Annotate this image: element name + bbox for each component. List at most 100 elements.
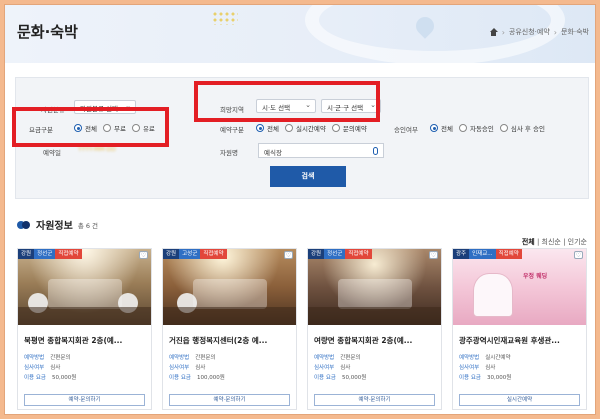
card-title[interactable]: 여량면 종합복지회관 2층(예... xyxy=(314,335,438,346)
sort-latest[interactable]: 최신순 xyxy=(542,238,561,246)
approval-option-label: 전체 xyxy=(441,125,453,133)
meta-value: 50,000원 xyxy=(342,375,367,381)
booking-option-label: 전체 xyxy=(267,125,279,133)
meta-key: 이용 요금 xyxy=(459,375,481,381)
card-meta: 심사여부 심사 xyxy=(24,363,60,371)
meta-value: 심사 xyxy=(340,365,351,371)
heart-icon[interactable]: ♡ xyxy=(139,251,148,259)
heart-icon[interactable]: ♡ xyxy=(429,251,438,259)
card-meta: 이용 요금 30,000원 xyxy=(459,373,511,381)
card-meta: 예약방법 실시간예약 xyxy=(459,353,511,361)
search-button[interactable]: 검색 xyxy=(270,166,346,187)
booking-type-tag: 직접예약 xyxy=(55,249,82,259)
app-frame: 문화·숙박 › 공유신청·예약 › 문화·숙박 자원분류 자원분류 선택 ⌄ 희… xyxy=(4,4,596,415)
meta-key: 예약방법 xyxy=(24,355,45,361)
breadcrumb-item[interactable]: 공유신청·예약 xyxy=(509,27,550,37)
facility-input-value: 예식장 xyxy=(264,149,282,157)
dots-decoration-icon xyxy=(212,11,238,25)
chevron-right-icon: › xyxy=(553,27,557,37)
booking-type-tag: 직접예약 xyxy=(345,249,372,259)
card-tags: 강원 정선군 직접예약 xyxy=(18,249,82,259)
booking-type-tag: 직접예약 xyxy=(200,249,227,259)
heart-icon[interactable]: ♡ xyxy=(284,251,293,259)
realtime-reserve-button[interactable]: 실시간예약 xyxy=(459,394,580,406)
reserve-button[interactable]: 예약·문의하기 xyxy=(24,394,145,406)
date-field[interactable]: YYYY-MM-DD xyxy=(78,146,116,153)
approval-option-all[interactable]: 전체 xyxy=(430,123,453,133)
card-meta: 이용 요금 50,000원 xyxy=(24,373,76,381)
card-image-detail xyxy=(48,279,122,309)
meta-key: 이용 요금 xyxy=(169,375,191,381)
card-meta: 이용 요금 100,000원 xyxy=(169,373,225,381)
meta-value: 30,000원 xyxy=(487,375,512,381)
booking-option-all[interactable]: 전체 xyxy=(256,123,279,133)
meta-key: 심사여부 xyxy=(169,365,190,371)
card-image[interactable] xyxy=(163,249,296,325)
booking-option-realtime[interactable]: 실시간예약 xyxy=(284,123,326,133)
card-image[interactable]: 우정 웨딩 xyxy=(453,249,586,325)
region-tag: 강원 xyxy=(308,249,325,259)
card-meta: 이용 요금 50,000원 xyxy=(314,373,366,381)
breadcrumb-item[interactable]: 문화·숙박 xyxy=(561,27,589,37)
sort-all[interactable]: 전체 xyxy=(522,238,535,246)
meta-key: 이용 요금 xyxy=(314,375,336,381)
card-image-detail xyxy=(473,273,513,317)
meta-key: 예약방법 xyxy=(169,355,190,361)
region-tag: 강원 xyxy=(18,249,35,259)
meta-value: 간편문의 xyxy=(340,355,361,361)
card-title[interactable]: 북평면 종합복지회관 2층(예... xyxy=(24,335,148,346)
card-meta: 심사여부 심사 xyxy=(459,363,495,371)
home-icon[interactable] xyxy=(489,28,498,36)
heart-icon[interactable]: ♡ xyxy=(574,251,583,259)
radio-selected-icon[interactable] xyxy=(430,124,438,132)
card-image[interactable] xyxy=(308,249,441,325)
card-image-detail xyxy=(18,307,151,325)
resource-card[interactable]: 강원 정선군 직접예약 ♡ 북평면 종합복지회관 2층(예... 예약방법 간편문… xyxy=(17,248,152,410)
radio-icon[interactable] xyxy=(284,124,293,132)
resource-card[interactable]: 강원 고성군 직접예약 ♡ 거진읍 행정복지센터(2층 예... 예약방법 간편문… xyxy=(162,248,297,410)
meta-value: 간편문의 xyxy=(50,355,71,361)
chevron-right-icon: › xyxy=(501,27,505,37)
card-image[interactable] xyxy=(18,249,151,325)
booking-option-label: 문의예약 xyxy=(342,125,367,133)
facility-input[interactable]: 예식장 xyxy=(258,143,384,158)
booking-option-label: 실시간예약 xyxy=(295,125,326,133)
reserve-button[interactable]: 예약·문의하기 xyxy=(169,394,290,406)
resource-card[interactable]: 우정 웨딩 광주 인재교... 직접예약 ♡ 광주광역시인재교육원 후생관...… xyxy=(452,248,587,410)
radio-selected-icon[interactable] xyxy=(256,124,264,132)
meta-value: 심사 xyxy=(485,365,496,371)
card-meta: 예약방법 간편문의 xyxy=(314,353,361,361)
card-title[interactable]: 광주광역시인재교육원 후생관... xyxy=(459,335,583,346)
meta-key: 심사여부 xyxy=(314,365,335,371)
meta-value: 실시간예약 xyxy=(485,355,511,361)
card-meta: 심사여부 심사 xyxy=(169,363,205,371)
results-count: 총 6 건 xyxy=(77,221,99,230)
meta-key: 심사여부 xyxy=(24,365,45,371)
booking-label: 예약구분 xyxy=(220,126,244,134)
approval-option-review[interactable]: 심사 후 승인 xyxy=(499,123,545,133)
meta-value: 심사 xyxy=(50,365,61,371)
reserve-button[interactable]: 예약·문의하기 xyxy=(314,394,435,406)
radio-icon[interactable] xyxy=(458,124,467,132)
microphone-icon[interactable] xyxy=(373,147,378,155)
radio-icon[interactable] xyxy=(331,124,340,132)
radio-icon[interactable] xyxy=(499,124,508,132)
card-tags: 강원 정선군 직접예약 xyxy=(308,249,372,259)
card-image-detail xyxy=(163,307,296,325)
card-image-detail xyxy=(338,279,412,309)
approval-option-label: 자동승인 xyxy=(469,125,494,133)
district-tag: 고성군 xyxy=(179,249,201,259)
meta-key: 심사여부 xyxy=(459,365,480,371)
resource-card[interactable]: 강원 정선군 직접예약 ♡ 여량면 종합복지회관 2층(예... 예약방법 간편문… xyxy=(307,248,442,410)
highlight-fee-box xyxy=(12,107,169,147)
booking-option-inquiry[interactable]: 문의예약 xyxy=(331,123,367,133)
card-tags: 강원 고성군 직접예약 xyxy=(163,249,227,259)
approval-radio-group: 전체 자동승인 심사 후 승인 xyxy=(430,123,545,133)
meta-key: 예약방법 xyxy=(314,355,335,361)
sort-popular[interactable]: 인기순 xyxy=(568,238,587,246)
district-tag: 정선군 xyxy=(324,249,346,259)
card-title[interactable]: 거진읍 행정복지센터(2층 예... xyxy=(169,335,293,346)
approval-option-auto[interactable]: 자동승인 xyxy=(458,123,494,133)
region-tag: 광주 xyxy=(453,249,470,259)
approval-option-label: 심사 후 승인 xyxy=(510,125,545,133)
